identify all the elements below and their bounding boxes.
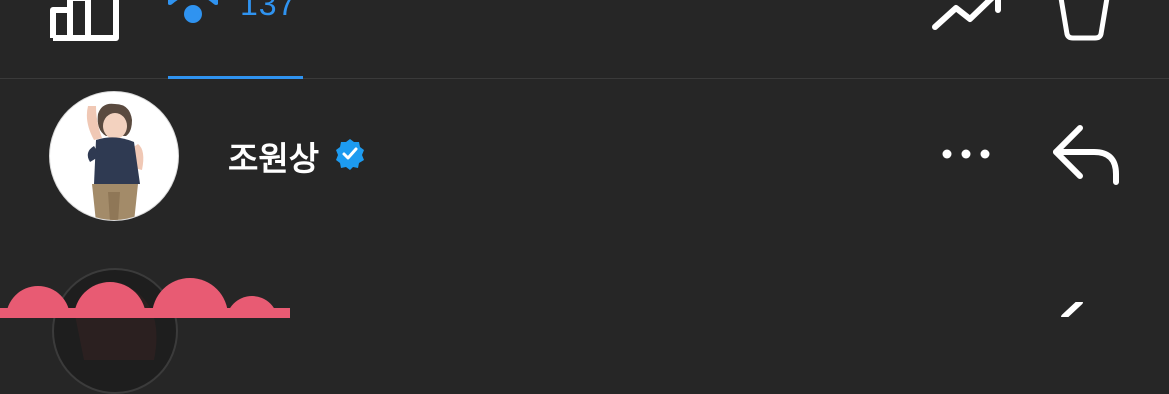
comment-row[interactable]: 조원상 — [0, 79, 1169, 234]
views-icon — [168, 0, 218, 23]
avatar-illustration — [86, 103, 144, 220]
tab-views[interactable]: 137 — [168, 0, 303, 78]
stats-icon[interactable] — [50, 0, 120, 42]
trash-icon[interactable] — [1055, 0, 1113, 42]
top-toolbar: 137 — [0, 0, 1169, 79]
comment-row[interactable] — [0, 234, 1169, 394]
comment-username[interactable]: 조원상 — [228, 132, 319, 180]
more-icon[interactable] — [940, 147, 992, 161]
avatar[interactable] — [49, 91, 179, 221]
views-count: 137 — [240, 0, 297, 22]
trending-icon[interactable] — [932, 0, 1002, 32]
reaction-bubbles — [0, 278, 290, 318]
reply-icon[interactable] — [1050, 302, 1090, 317]
verified-badge-icon — [336, 139, 364, 170]
reply-icon[interactable] — [1050, 124, 1122, 186]
